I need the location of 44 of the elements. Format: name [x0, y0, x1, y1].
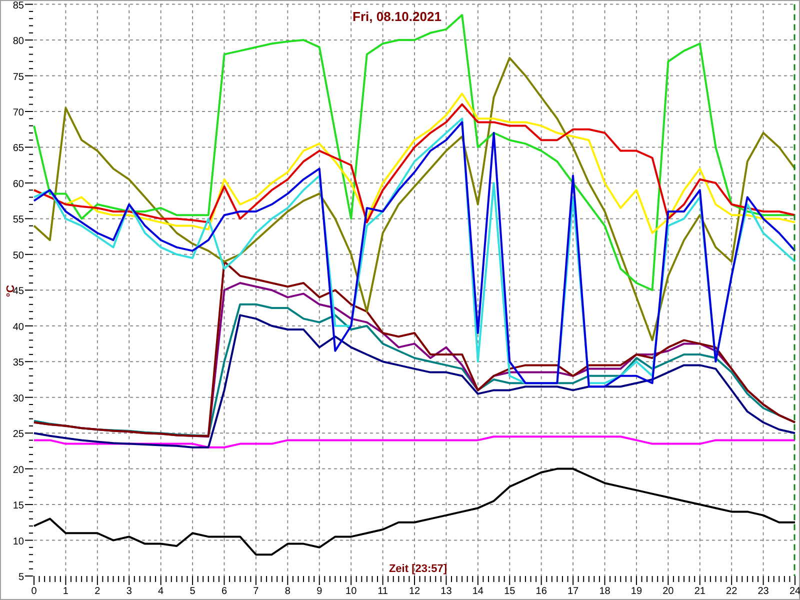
x-tick-label: 5: [190, 586, 196, 597]
y-tick-label: 55: [12, 214, 24, 226]
x-tick-label: 12: [408, 586, 420, 597]
x-tick-label: 15: [504, 586, 516, 597]
y-tick-label: 65: [12, 143, 24, 154]
x-tick-label: 14: [472, 586, 484, 597]
y-tick-label: 15: [12, 500, 24, 512]
y-tick-label: 25: [12, 429, 24, 440]
y-tick-label: 75: [12, 72, 24, 83]
y-tick-label: 5: [18, 572, 24, 583]
x-tick-label: 3: [126, 586, 132, 597]
x-tick-label: 1: [62, 586, 68, 597]
y-tick-label: 50: [12, 250, 24, 262]
chart-title: Fri, 08.10.2021: [352, 9, 442, 24]
x-tick-label: 19: [630, 586, 642, 597]
x-tick-label: 24: [789, 586, 800, 597]
y-tick-label: 45: [12, 286, 24, 298]
y-tick-label: 30: [12, 393, 24, 404]
y-tick-label: 70: [12, 108, 24, 118]
x-tick-label: 13: [440, 586, 452, 597]
x-tick-label: 0: [31, 586, 37, 597]
y-tick-label: 85: [12, 0, 24, 12]
y-tick-label: 20: [12, 464, 24, 476]
x-tick-label: 9: [316, 586, 322, 597]
y-tick-label: 80: [12, 36, 24, 48]
x-tick-label: 21: [694, 586, 706, 597]
y-tick-label: 60: [12, 178, 24, 190]
x-tick-label: 16: [536, 586, 547, 597]
x-tick-label: 23: [758, 586, 769, 597]
y-tick-label: 10: [12, 536, 24, 548]
x-tick-label: 18: [599, 586, 610, 597]
y-tick-label: 40: [12, 322, 24, 333]
x-axis-label: Zeit [23:57]: [388, 563, 448, 575]
x-tick-label: 10: [346, 586, 357, 597]
x-tick-label: 17: [567, 586, 579, 597]
x-tick-label: 11: [378, 586, 388, 597]
x-tick-label: 4: [158, 586, 164, 597]
x-tick-label: 20: [662, 586, 674, 597]
x-tick-label: 6: [221, 586, 228, 597]
x-tick-label: 7: [253, 586, 259, 597]
y-tick-label: 35: [12, 358, 24, 369]
x-tick-label: 22: [726, 586, 738, 597]
x-tick-label: 2: [94, 586, 100, 597]
x-tick-label: 8: [284, 586, 290, 597]
